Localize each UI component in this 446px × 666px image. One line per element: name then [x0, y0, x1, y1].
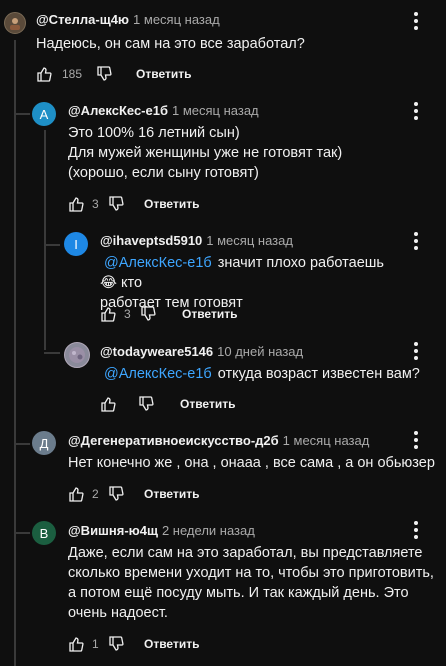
comment-author[interactable]: @Дегенеративноеискусство-д2б 1 месяц наза…	[68, 433, 369, 448]
reply-thread-branch	[44, 352, 60, 354]
like-icon[interactable]	[68, 636, 84, 652]
dislike-icon[interactable]	[96, 66, 112, 82]
comment-text: Нет конечно же , она , онааа , все сама …	[68, 453, 435, 473]
author-name[interactable]: @todayweare5146	[100, 344, 213, 359]
comment-line: Надеюсь, он сам на это все заработал?	[36, 36, 305, 52]
comment-actions: Ответить	[100, 392, 235, 416]
dislike-icon[interactable]	[108, 196, 124, 212]
avatar-letter: Д	[39, 435, 49, 451]
comment-actions: 3 Ответить	[100, 302, 237, 326]
reply-button[interactable]: Ответить	[144, 637, 199, 651]
comment-line: Нет конечно же , она , онааа , все сама …	[68, 455, 435, 471]
comment-text: @АлексКес-е1б откуда возраст известен вам…	[100, 364, 420, 384]
reply-button[interactable]: Ответить	[136, 67, 191, 81]
comment-text: Надеюсь, он сам на это все заработал?	[36, 34, 305, 54]
like-count: 185	[62, 67, 83, 81]
comment-actions: 2 Ответить	[68, 482, 199, 506]
like-count: 2	[92, 487, 99, 501]
like-count: 3	[124, 307, 131, 321]
comment-time[interactable]: 2 недели назад	[162, 523, 255, 538]
dislike-icon[interactable]	[108, 636, 124, 652]
like-icon[interactable]	[68, 486, 84, 502]
comment-line: а потом ещё посуду мыть. И так каждый де…	[68, 585, 409, 601]
dislike-icon[interactable]	[138, 396, 154, 412]
comment-line: Для мужей женщины уже не готовят так)	[68, 145, 343, 161]
author-name[interactable]: @Стелла-щ4ю	[36, 12, 129, 27]
like-icon[interactable]	[100, 396, 116, 412]
comment-line: откуда возраст известен вам?	[217, 366, 420, 382]
thread-branch	[14, 443, 30, 445]
reply-thread-line	[44, 130, 46, 350]
comment-time[interactable]: 1 месяц назад	[206, 233, 293, 248]
comment-text: Это 100% 16 летний сын) Для мужей женщин…	[68, 123, 342, 183]
comment-author[interactable]: @АлексКес-е1б 1 месяц назад	[68, 103, 259, 118]
avatar[interactable]: В	[32, 521, 56, 545]
comment-time[interactable]: 1 месяц назад	[283, 433, 370, 448]
more-options-icon[interactable]	[413, 521, 419, 539]
reply-button[interactable]: Ответить	[180, 397, 235, 411]
author-name[interactable]: @ihaveptsd5910	[100, 233, 202, 248]
reply-thread-branch	[44, 244, 60, 246]
avatar[interactable]: A	[32, 102, 56, 126]
like-icon[interactable]	[36, 66, 52, 82]
comment-author[interactable]: @todayweare5146 10 дней назад	[100, 344, 303, 359]
avatar[interactable]	[4, 12, 26, 34]
dislike-icon[interactable]	[140, 306, 156, 322]
like-count: 3	[92, 197, 99, 211]
avatar-letter: В	[39, 525, 49, 541]
more-options-icon[interactable]	[413, 232, 419, 250]
avatar[interactable]: Д	[32, 431, 56, 455]
author-name[interactable]: @Дегенеративноеискусство-д2б	[68, 433, 279, 448]
comment-line: очень надоест.	[68, 605, 168, 621]
comment-actions: 1 Ответить	[68, 632, 199, 656]
thread-branch	[14, 113, 30, 115]
reply-button[interactable]: Ответить	[144, 487, 199, 501]
avatar[interactable]: I	[64, 232, 88, 256]
mention-link[interactable]: @АлексКес-е1б	[104, 366, 212, 382]
like-icon[interactable]	[68, 196, 84, 212]
comment-author[interactable]: @Стелла-щ4ю 1 месяц назад	[36, 12, 220, 27]
reply-button[interactable]: Ответить	[182, 307, 237, 321]
comment-line: (хорошо, если сыну готовят)	[68, 165, 259, 181]
more-options-icon[interactable]	[413, 342, 419, 360]
comment-line: Даже, если сам на это заработал, вы пред…	[68, 545, 423, 561]
comment-time[interactable]: 10 дней назад	[217, 344, 303, 359]
like-icon[interactable]	[100, 306, 116, 322]
reply-button[interactable]: Ответить	[144, 197, 199, 211]
more-options-icon[interactable]	[413, 431, 419, 449]
avatar-letter: A	[39, 106, 49, 122]
thread-line	[14, 40, 16, 666]
avatar[interactable]	[64, 342, 90, 368]
comment-time[interactable]: 1 месяц назад	[133, 12, 220, 27]
dislike-icon[interactable]	[108, 486, 124, 502]
comment-actions: 3 Ответить	[68, 192, 199, 216]
mention-link[interactable]: @АлексКес-е1б	[104, 255, 212, 271]
author-name[interactable]: @Вишня-ю4щ	[68, 523, 158, 538]
comment-time[interactable]: 1 месяц назад	[172, 103, 259, 118]
more-options-icon[interactable]	[413, 12, 419, 30]
comment-author[interactable]: @Вишня-ю4щ 2 недели назад	[68, 523, 255, 538]
comment-line: Это 100% 16 летний сын)	[68, 125, 240, 141]
thread-branch	[14, 532, 30, 534]
author-name[interactable]: @АлексКес-е1б	[68, 103, 168, 118]
avatar-image-icon	[10, 18, 20, 30]
comment-line: сколько времени уходит на то, чтобы это …	[68, 565, 434, 581]
comment-author[interactable]: @ihaveptsd5910 1 месяц назад	[100, 233, 293, 248]
avatar-image-icon	[69, 347, 85, 363]
like-count: 1	[92, 637, 99, 651]
comment-text: Даже, если сам на это заработал, вы пред…	[68, 543, 434, 623]
more-options-icon[interactable]	[413, 102, 419, 120]
comment-actions: 185 Ответить	[36, 62, 191, 86]
avatar-letter: I	[74, 236, 78, 252]
